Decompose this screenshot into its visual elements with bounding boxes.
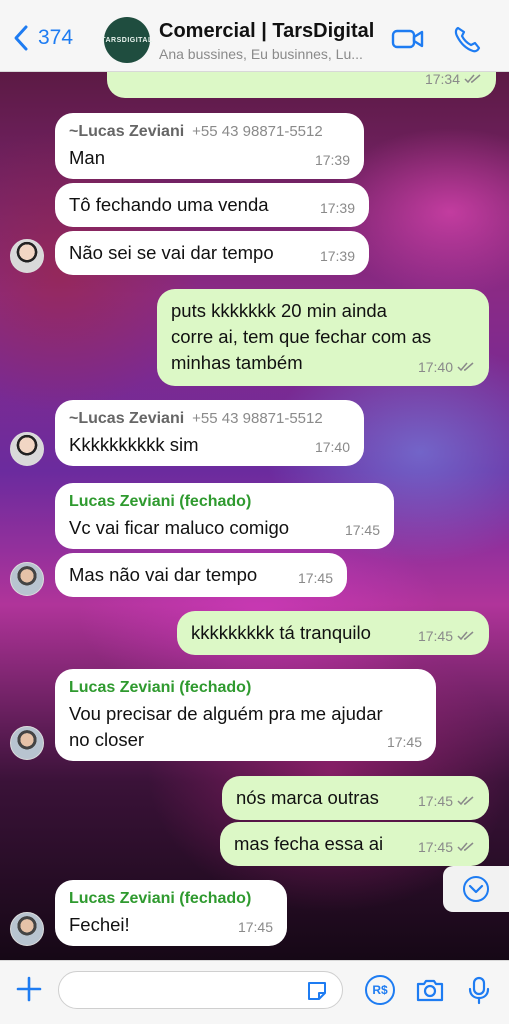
scroll-to-bottom-button[interactable]: [443, 866, 509, 912]
message-time: 17:34: [425, 72, 482, 92]
microphone-icon[interactable]: [464, 975, 494, 1005]
message-incoming[interactable]: ~Lucas Zeviani +55 43 98871-5512 Man 17:3…: [55, 113, 364, 179]
chat-header: 374 TARSDIGITAL Comercial | TarsDigital …: [0, 0, 509, 72]
message-outgoing[interactable]: nós marca outras 17:45: [222, 776, 489, 820]
message-incoming[interactable]: Não sei se vai dar tempo 17:39: [55, 231, 369, 275]
message-sender: Lucas Zeviani (fechado): [69, 890, 252, 907]
camera-icon[interactable]: [415, 975, 445, 1005]
double-check-icon: [457, 796, 474, 806]
message-text-line: no closer: [69, 729, 145, 750]
message-time: 17:40: [314, 439, 350, 455]
group-avatar[interactable]: TARSDIGITAL: [101, 17, 152, 63]
message-sender: Lucas Zeviani (fechado): [69, 493, 252, 510]
chevron-left-icon: [14, 25, 28, 51]
message-text-line: puts kkkkkkk 20 min ainda: [171, 300, 387, 321]
message-incoming[interactable]: Mas não vai dar tempo 17:45: [55, 553, 347, 597]
message-text-line: corre ai, tem que fechar com as: [171, 326, 432, 347]
double-check-icon: [457, 362, 474, 372]
message-input[interactable]: [58, 971, 343, 1009]
sender-avatar[interactable]: [10, 239, 44, 273]
video-call-icon[interactable]: [391, 24, 425, 54]
phone-call-icon[interactable]: [452, 24, 486, 54]
message-incoming[interactable]: Tô fechando uma venda 17:39: [55, 183, 369, 227]
message-incoming[interactable]: ~Lucas Zeviani +55 43 98871-5512 Kkkkkkkk…: [55, 400, 364, 466]
group-members[interactable]: Ana bussines, Eu businnes, Lu...: [159, 46, 384, 62]
unread-count: 374: [38, 26, 74, 49]
sender-avatar[interactable]: [10, 562, 44, 596]
sender-avatar[interactable]: [10, 912, 44, 946]
message-outgoing[interactable]: mas fecha essa ai 17:45: [220, 822, 489, 866]
message-time: 17:39: [319, 200, 355, 216]
message-text: Tô fechando uma venda: [69, 194, 269, 215]
chat-area[interactable]: 17:34 ~Lucas Zeviani +55 43 98871-5512 Ma…: [0, 72, 509, 960]
plus-icon[interactable]: [15, 975, 43, 1003]
group-name[interactable]: Comercial | TarsDigital: [159, 20, 374, 43]
chevron-down-circle-icon: [463, 876, 489, 902]
message-time: 17:45: [237, 919, 273, 935]
message-text: Man: [69, 147, 105, 168]
sticker-icon[interactable]: [305, 979, 329, 1003]
message-outgoing[interactable]: kkkkkkkkk tá tranquilo 17:45: [177, 611, 489, 655]
composer-bar: R$: [0, 960, 509, 1024]
message-time: 17:45: [418, 623, 475, 649]
message-text: Não sei se vai dar tempo: [69, 242, 274, 263]
message-text: Mas não vai dar tempo: [69, 564, 258, 585]
double-check-icon: [457, 842, 474, 852]
double-check-icon: [457, 631, 474, 641]
message-time: 17:45: [418, 788, 475, 814]
message-incoming[interactable]: Lucas Zeviani (fechado) Fechei! 17:45: [55, 880, 287, 946]
message-incoming[interactable]: Lucas Zeviani (fechado) Vc vai ficar mal…: [55, 483, 394, 549]
back-button[interactable]: 374: [12, 24, 73, 52]
message-time: 17:40: [418, 354, 475, 380]
double-check-icon: [464, 74, 481, 84]
message-time: 17:45: [386, 734, 422, 750]
message-time: 17:45: [418, 834, 475, 860]
message-sender: ~Lucas Zeviani +55 43 98871-5512: [69, 123, 323, 140]
sender-avatar[interactable]: [10, 726, 44, 760]
message-time: 17:45: [344, 522, 380, 538]
payment-button[interactable]: R$: [365, 975, 395, 1005]
message-sender: ~Lucas Zeviani +55 43 98871-5512: [69, 410, 323, 427]
message-incoming[interactable]: Lucas Zeviani (fechado) Vou precisar de …: [55, 669, 436, 761]
message-text: Vc vai ficar maluco comigo: [69, 517, 290, 538]
message-time: 17:45: [297, 570, 333, 586]
message-outgoing[interactable]: puts kkkkkkk 20 min ainda corre ai, tem …: [157, 289, 489, 386]
message-text-line: Vou precisar de alguém pra me ajudar: [69, 703, 383, 724]
sender-avatar[interactable]: [10, 432, 44, 466]
message-sender: Lucas Zeviani (fechado): [69, 679, 252, 696]
message-outgoing[interactable]: 17:34: [107, 72, 496, 98]
message-time: 17:39: [319, 248, 355, 264]
message-text: Kkkkkkkkkk sim: [69, 434, 199, 455]
message-time: 17:39: [314, 152, 350, 168]
